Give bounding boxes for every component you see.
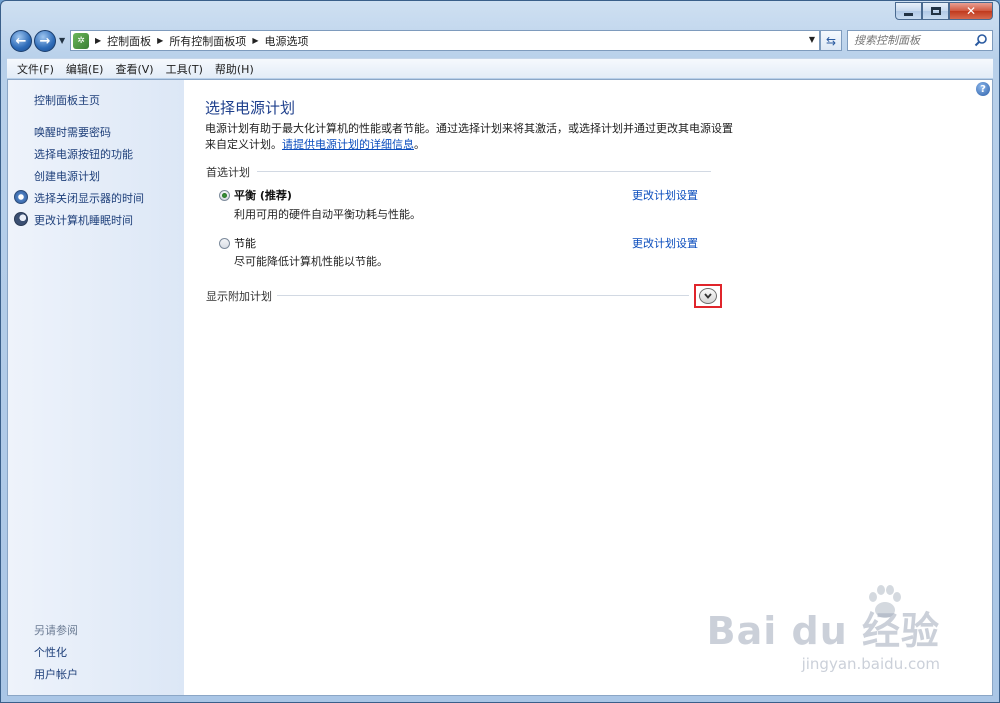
group-divider xyxy=(257,171,711,172)
watermark: Bai du 经验 jingyan.baidu.com xyxy=(707,600,940,673)
refresh-icon: ⇆ xyxy=(825,33,837,48)
description-line1: 电源计划有助于最大化计算机的性能或者节能。通过选择计划来将其激活，或选择计划并通… xyxy=(205,122,733,135)
balanced-change-settings-link[interactable]: 更改计划设置 xyxy=(632,187,698,203)
sleep-moon-icon xyxy=(14,212,28,226)
menu-help[interactable]: 帮助(H) xyxy=(209,59,260,79)
display-clock-icon xyxy=(14,190,28,204)
sidebar-power-buttons[interactable]: 选择电源按钮的功能 xyxy=(34,146,133,162)
watermark-logo: Bai du 经验 xyxy=(706,609,940,653)
power-saver-plan-name[interactable]: 节能 xyxy=(234,235,256,251)
page-description: 电源计划有助于最大化计算机的性能或者节能。通过选择计划来将其激活，或选择计划并通… xyxy=(205,121,745,153)
search-box[interactable] xyxy=(847,30,993,51)
forward-button[interactable]: → xyxy=(34,30,56,52)
address-bar: ← → ▼ ✲ ▶ 控制面板 ▶ 所有控制面板项 ▶ 电源选项 ▼ ⇆ xyxy=(7,29,993,53)
menu-file[interactable]: 文件(F) xyxy=(11,59,60,79)
power-saver-plan-description: 尽可能降低计算机性能以节能。 xyxy=(234,255,388,268)
additional-divider xyxy=(277,295,689,296)
maximize-button[interactable] xyxy=(922,2,949,20)
sidebar-display-off[interactable]: 选择关闭显示器的时间 xyxy=(34,190,144,206)
power-saver-plan-radio[interactable] xyxy=(219,238,230,249)
breadcrumb-all-items[interactable]: 所有控制面板项 xyxy=(169,33,246,49)
menu-view[interactable]: 查看(V) xyxy=(109,59,159,79)
sidebar-create-plan[interactable]: 创建电源计划 xyxy=(34,168,100,184)
back-button[interactable]: ← xyxy=(10,30,32,52)
balanced-plan-radio[interactable] xyxy=(219,190,230,201)
search-input[interactable] xyxy=(854,34,964,47)
sidebar-require-password[interactable]: 唤醒时需要密码 xyxy=(34,124,111,140)
expand-highlight-box xyxy=(694,284,722,308)
balanced-plan-description: 利用可用的硬件自动平衡功耗与性能。 xyxy=(234,208,421,221)
control-panel-icon: ✲ xyxy=(73,32,89,49)
chevron-right-icon[interactable]: ▶ xyxy=(157,36,163,45)
balanced-plan-name[interactable]: 平衡 (推荐) xyxy=(234,187,292,203)
sidebar-personalization[interactable]: 个性化 xyxy=(34,644,67,660)
page-title: 选择电源计划 xyxy=(205,99,296,117)
sidebar-user-accounts[interactable]: 用户帐户 xyxy=(34,666,78,682)
show-additional-plans-label[interactable]: 显示附加计划 xyxy=(206,288,272,304)
close-icon: ✕ xyxy=(965,4,977,18)
see-also-heading: 另请参阅 xyxy=(34,624,78,637)
control-panel-window: ✕ ← → ▼ ✲ ▶ 控制面板 ▶ 所有控制面板项 ▶ 电源选项 ▼ ⇆ 文件… xyxy=(0,0,1000,703)
search-icon[interactable] xyxy=(974,33,988,47)
sidebar-sleep-time[interactable]: 更改计算机睡眠时间 xyxy=(34,212,133,228)
chevron-right-icon[interactable]: ▶ xyxy=(252,36,258,45)
help-icon[interactable]: ? xyxy=(976,82,990,96)
menu-edit[interactable]: 编辑(E) xyxy=(60,59,110,79)
expand-plans-button[interactable] xyxy=(699,288,717,304)
plan-info-link[interactable]: 请提供电源计划的详细信息 xyxy=(282,138,414,151)
recent-pages-dropdown[interactable]: ▼ xyxy=(59,36,65,45)
minimize-button[interactable] xyxy=(895,2,922,20)
breadcrumb-power-options[interactable]: 电源选项 xyxy=(264,33,308,49)
task-pane: 控制面板主页 唤醒时需要密码 选择电源按钮的功能 创建电源计划 选择关闭显示器的… xyxy=(8,80,184,695)
description-suffix: 。 xyxy=(414,138,425,151)
close-button[interactable]: ✕ xyxy=(949,2,993,20)
chevron-down-icon xyxy=(704,293,712,299)
address-field[interactable]: ✲ ▶ 控制面板 ▶ 所有控制面板项 ▶ 电源选项 ▼ xyxy=(70,30,820,51)
caption-buttons: ✕ xyxy=(895,2,993,20)
back-arrow-icon: ← xyxy=(15,33,27,49)
content-area: 控制面板主页 唤醒时需要密码 选择电源按钮的功能 创建电源计划 选择关闭显示器的… xyxy=(7,79,993,696)
refresh-button[interactable]: ⇆ xyxy=(820,30,842,51)
preferred-plans-label: 首选计划 xyxy=(206,166,250,179)
menu-bar: 文件(F) 编辑(E) 查看(V) 工具(T) 帮助(H) xyxy=(7,58,993,78)
watermark-url: jingyan.baidu.com xyxy=(801,655,940,673)
breadcrumb-control-panel[interactable]: 控制面板 xyxy=(107,33,151,49)
chevron-right-icon[interactable]: ▶ xyxy=(95,36,101,45)
power-saver-change-settings-link[interactable]: 更改计划设置 xyxy=(632,235,698,251)
sidebar-control-panel-home[interactable]: 控制面板主页 xyxy=(34,92,100,108)
forward-arrow-icon: → xyxy=(39,33,51,49)
maximize-icon xyxy=(930,7,941,15)
minimize-icon xyxy=(904,12,913,16)
description-line2: 来自定义计划。 xyxy=(205,138,282,151)
menu-tools[interactable]: 工具(T) xyxy=(160,59,209,79)
address-dropdown-icon[interactable]: ▼ xyxy=(809,35,815,44)
